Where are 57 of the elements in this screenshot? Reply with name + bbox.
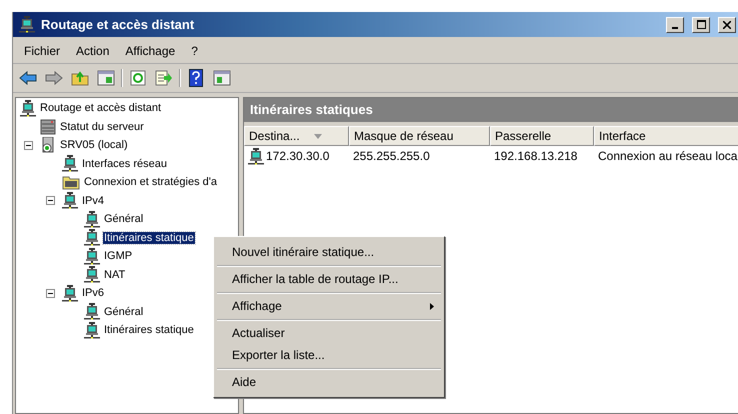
table-cell: 172.30.30.0 <box>266 149 330 163</box>
folder-icon <box>62 174 80 190</box>
tree-item[interactable]: IGMP <box>103 250 134 262</box>
expand-toggle[interactable] <box>24 140 33 150</box>
context-menu-item[interactable]: Actualiser <box>214 322 444 344</box>
context-menu-item[interactable]: Afficher la table de routage IP... <box>214 268 444 290</box>
network-computer-icon <box>84 248 100 265</box>
tree-item[interactable]: IPv4 <box>81 194 106 207</box>
server-rack-icon <box>40 118 56 135</box>
column-header[interactable]: Interface <box>594 126 738 146</box>
network-computer-icon <box>62 284 78 302</box>
tree-item[interactable]: NAT <box>103 268 126 281</box>
window-title: Routage et accès distant <box>41 17 196 32</box>
network-computer-icon <box>248 148 264 164</box>
tree-item[interactable]: Général <box>103 213 144 226</box>
table-cell: 255.255.255.0 <box>353 149 430 163</box>
tree-item[interactable]: Connexion et stratégies d'a <box>83 176 218 188</box>
table-cell: Connexion au réseau loca <box>598 149 738 163</box>
menu-item[interactable]: Action <box>69 41 116 61</box>
minimize-button[interactable] <box>666 16 684 32</box>
tree-item[interactable]: Statut du serveur <box>59 120 145 133</box>
maximize-button[interactable] <box>692 16 710 32</box>
network-computer-icon <box>84 229 100 246</box>
expand-toggle[interactable] <box>46 196 55 206</box>
network-computer-icon <box>62 192 78 210</box>
maximize-icon <box>696 20 706 29</box>
tree-item[interactable]: Général <box>103 306 144 318</box>
close-button[interactable] <box>718 16 736 32</box>
close-icon <box>723 20 731 28</box>
context-menu-item[interactable]: Nouvel itinéraire statique... <box>214 241 444 263</box>
tree-item[interactable]: Itinéraires statique <box>103 232 195 244</box>
column-header[interactable]: Masque de réseau <box>349 126 490 146</box>
minimize-icon <box>672 26 678 28</box>
pane-header: Itinéraires statiques <box>244 98 738 126</box>
tree-item[interactable]: Itinéraires statique <box>103 324 195 336</box>
table-cell: 192.168.13.218 <box>494 149 578 163</box>
menu-item[interactable]: Affichage <box>118 41 182 61</box>
network-computer-icon <box>84 210 100 228</box>
column-header[interactable]: Passerelle <box>490 126 594 146</box>
context-menu-item[interactable]: Exporter la liste... <box>214 344 444 366</box>
context-menu-item[interactable]: Affichage <box>214 295 444 317</box>
menu-item[interactable]: Fichier <box>17 41 68 61</box>
menu-item[interactable]: ? <box>184 41 205 61</box>
network-computer-icon <box>62 155 78 172</box>
tree-item[interactable]: IPv6 <box>81 287 106 300</box>
network-computer-icon <box>20 100 36 117</box>
server-icon <box>40 136 56 154</box>
network-computer-icon <box>84 303 100 320</box>
context-menu-item[interactable]: Aide <box>214 371 444 393</box>
tree-item[interactable]: Interfaces réseau <box>81 158 168 170</box>
network-computer-icon <box>84 266 100 284</box>
expand-toggle[interactable] <box>46 288 55 298</box>
app-icon <box>19 16 35 33</box>
tree-item[interactable]: Routage et accès distant <box>39 102 162 114</box>
network-computer-icon <box>84 322 100 339</box>
column-header[interactable]: Destina... <box>244 126 349 146</box>
tree-item[interactable]: SRV05 (local) <box>59 139 129 152</box>
